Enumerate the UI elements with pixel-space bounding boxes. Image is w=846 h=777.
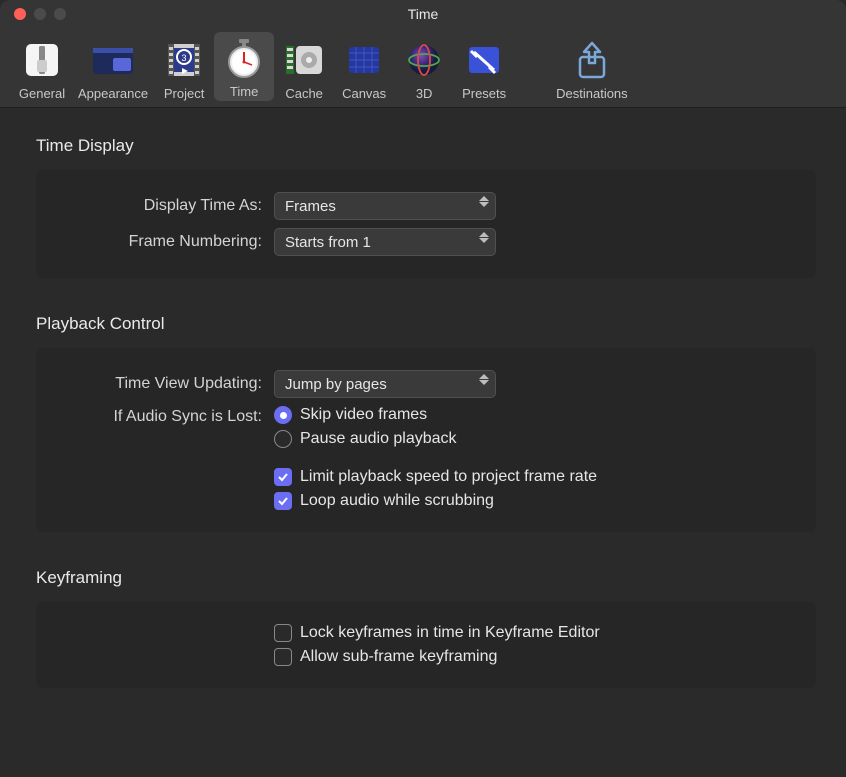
chevron-updown-icon: [479, 374, 489, 385]
section-title: Keyframing: [36, 568, 816, 588]
toolbar-item-label: General: [19, 86, 65, 101]
checkbox-lock-keyframes[interactable]: Lock keyframes in time in Keyframe Edito…: [274, 624, 600, 642]
stopwatch-icon: [220, 34, 268, 82]
section-title: Time Display: [36, 136, 816, 156]
appearance-icon: [89, 36, 137, 84]
select-value: Frames: [285, 198, 336, 215]
radio-label: Skip video frames: [300, 406, 427, 424]
toolbar-item-destinations[interactable]: Destinations: [550, 36, 634, 101]
checkmark-icon: [274, 492, 292, 510]
toolbar-item-project[interactable]: 3 Project: [154, 36, 214, 101]
checkmark-icon: [274, 624, 292, 642]
canvas-icon: [340, 36, 388, 84]
zoom-window-button[interactable]: [54, 8, 66, 20]
select-value: Jump by pages: [285, 376, 387, 393]
preferences-window: Time General Appearance: [0, 0, 846, 777]
toolbar-item-cache[interactable]: Cache: [274, 36, 334, 101]
display-time-as-label: Display Time As:: [56, 197, 274, 215]
3d-icon: [400, 36, 448, 84]
select-value: Starts from 1: [285, 234, 371, 251]
time-view-updating-label: Time View Updating:: [56, 375, 274, 393]
svg-text:3: 3: [182, 53, 187, 63]
section-playback-control: Playback Control Time View Updating: Jum…: [36, 314, 816, 532]
traffic-lights: [0, 8, 66, 20]
frame-numbering-select[interactable]: Starts from 1: [274, 228, 496, 256]
cache-icon: [280, 36, 328, 84]
share-icon: [568, 36, 616, 84]
radio-skip-video-frames[interactable]: Skip video frames: [274, 406, 597, 424]
toolbar-item-time[interactable]: Time: [214, 32, 274, 101]
project-icon: 3: [160, 36, 208, 84]
toolbar-item-3d[interactable]: 3D: [394, 36, 454, 101]
audio-sync-label: If Audio Sync is Lost:: [56, 406, 274, 426]
frame-numbering-label: Frame Numbering:: [56, 233, 274, 251]
minimize-window-button[interactable]: [34, 8, 46, 20]
checkbox-limit-playback-speed[interactable]: Limit playback speed to project frame ra…: [274, 468, 597, 486]
toolbar-item-label: Cache: [285, 86, 323, 101]
toolbar-item-label: 3D: [416, 86, 433, 101]
checkbox-label: Loop audio while scrubbing: [300, 492, 494, 510]
window-title: Time: [0, 6, 846, 22]
toolbar-item-label: Canvas: [342, 86, 386, 101]
chevron-updown-icon: [479, 196, 489, 207]
toolbar-item-canvas[interactable]: Canvas: [334, 36, 394, 101]
section-title: Playback Control: [36, 314, 816, 334]
radio-indicator-icon: [274, 406, 292, 424]
checkmark-icon: [274, 648, 292, 666]
presets-icon: [460, 36, 508, 84]
display-time-as-select[interactable]: Frames: [274, 192, 496, 220]
general-icon: [18, 36, 66, 84]
section-time-display: Time Display Display Time As: Frames Fra…: [36, 136, 816, 278]
checkbox-label: Lock keyframes in time in Keyframe Edito…: [300, 624, 600, 642]
titlebar: Time: [0, 0, 846, 28]
chevron-updown-icon: [479, 232, 489, 243]
radio-pause-audio-playback[interactable]: Pause audio playback: [274, 430, 597, 448]
checkbox-loop-audio-scrubbing[interactable]: Loop audio while scrubbing: [274, 492, 597, 510]
toolbar-item-label: Project: [164, 86, 204, 101]
toolbar: General Appearance 3: [0, 28, 846, 108]
toolbar-item-label: Appearance: [78, 86, 148, 101]
close-window-button[interactable]: [14, 8, 26, 20]
checkmark-icon: [274, 468, 292, 486]
checkbox-allow-subframe[interactable]: Allow sub-frame keyframing: [274, 648, 600, 666]
content-pane: Time Display Display Time As: Frames Fra…: [0, 108, 846, 777]
toolbar-item-label: Time: [230, 84, 258, 99]
radio-indicator-icon: [274, 430, 292, 448]
toolbar-item-general[interactable]: General: [12, 36, 72, 101]
section-keyframing: Keyframing Lock keyframes in time in Key…: [36, 568, 816, 688]
time-view-updating-select[interactable]: Jump by pages: [274, 370, 496, 398]
toolbar-item-presets[interactable]: Presets: [454, 36, 514, 101]
toolbar-item-label: Presets: [462, 86, 506, 101]
radio-label: Pause audio playback: [300, 430, 457, 448]
checkbox-label: Allow sub-frame keyframing: [300, 648, 497, 666]
checkbox-label: Limit playback speed to project frame ra…: [300, 468, 597, 486]
toolbar-item-appearance[interactable]: Appearance: [72, 36, 154, 101]
toolbar-item-label: Destinations: [556, 86, 628, 101]
